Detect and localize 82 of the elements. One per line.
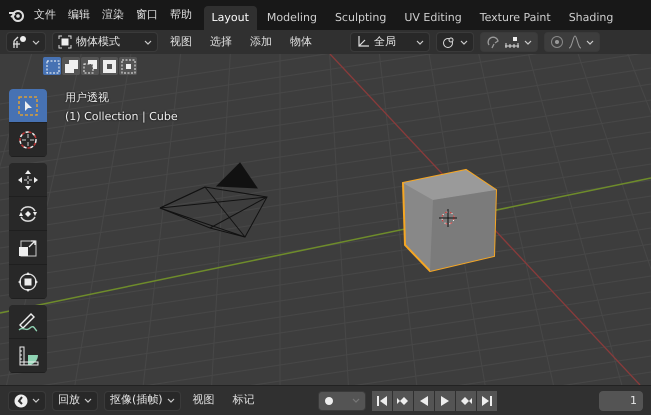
3d-cursor-icon [17, 128, 39, 150]
ruler-icon [17, 344, 39, 366]
header-menu[interactable]: 视图 [164, 34, 198, 50]
jump-start-button[interactable] [372, 390, 392, 410]
cursor-select-icon [17, 94, 39, 116]
workspace-tab[interactable]: Shading [560, 6, 622, 30]
play-reverse-button[interactable] [414, 390, 434, 410]
clock-icon [14, 394, 28, 408]
falloff-curve-icon [568, 35, 582, 49]
jump-start-icon [375, 394, 389, 408]
pivot-icon [442, 35, 456, 49]
prev-keyframe-button[interactable] [393, 390, 413, 410]
record-dot-icon [324, 396, 334, 406]
caret-icon [352, 397, 360, 404]
invert-selection-mode-button[interactable] [100, 57, 118, 75]
orientation-dropdown[interactable]: 全局 [350, 32, 430, 52]
editor-type-dropdown[interactable] [8, 390, 46, 410]
caret-icon [32, 38, 40, 46]
workspace-tab[interactable]: Modeling [258, 6, 325, 30]
caret-icon [84, 397, 92, 404]
current-frame-field[interactable]: 1 [599, 390, 643, 410]
playback-label: 回放 [58, 392, 80, 408]
jump-end-button[interactable] [477, 390, 497, 410]
magnet-icon [486, 35, 500, 49]
proportional-circle-icon [550, 35, 564, 49]
annotate-tool-button[interactable] [9, 305, 47, 339]
invert-mode-icon [102, 58, 116, 74]
pencil-icon [17, 310, 39, 332]
transform-icon [17, 270, 39, 292]
mode-dropdown[interactable]: 物体模式 [52, 32, 158, 52]
keying-dropdown[interactable]: 抠像(插帧) [104, 390, 181, 410]
axes-icon [356, 35, 370, 49]
new-mode-icon [44, 58, 60, 74]
object-mode-icon [58, 35, 72, 49]
caret-icon [586, 38, 594, 46]
orientation-label: 全局 [374, 34, 397, 50]
snap-dropdown[interactable] [480, 32, 538, 52]
workspace-tab[interactable]: Texture Paint [472, 6, 559, 30]
next-keyframe-button[interactable] [456, 390, 476, 410]
play-button[interactable] [435, 390, 455, 410]
timeline-menu[interactable]: 视图 [186, 392, 221, 409]
keying-label: 抠像(插帧) [110, 392, 163, 408]
subtract-selection-mode-button[interactable] [81, 57, 99, 75]
pivot-dropdown[interactable] [436, 32, 474, 52]
viewport-editor-icon [12, 35, 28, 49]
header-menu[interactable]: 选择 [204, 34, 238, 50]
workspace-tab[interactable]: UV Editing [396, 6, 470, 30]
app-logo-icon [8, 8, 24, 22]
timeline-menu[interactable]: 标记 [226, 392, 261, 409]
playback-dropdown[interactable]: 回放 [52, 390, 98, 410]
view-name: 用户透视 [65, 90, 110, 106]
menu-item[interactable]: 帮助 [164, 6, 198, 24]
caret-icon [460, 38, 468, 46]
caret-icon [166, 397, 175, 404]
menu-item[interactable]: 渲染 [96, 6, 130, 24]
menu-item[interactable]: 窗口 [130, 6, 164, 24]
extend-mode-icon [64, 58, 78, 74]
object-info: (1) Collection | Cube [65, 109, 178, 125]
new-selection-mode-button[interactable] [43, 57, 61, 75]
move-arrows-icon [17, 168, 39, 190]
extend-selection-mode-button[interactable] [62, 57, 80, 75]
intersect-selection-mode-button[interactable] [119, 57, 137, 75]
header-menu[interactable]: 物体 [284, 34, 318, 50]
mode-label: 物体模式 [76, 34, 121, 50]
workspace-tab[interactable]: Layout [204, 6, 257, 30]
caret-icon [524, 38, 532, 46]
caret-icon [416, 38, 424, 46]
caret-icon [144, 38, 152, 46]
move-tool-button[interactable] [9, 163, 47, 197]
select-tool-button[interactable] [9, 89, 47, 123]
subtract-mode-icon [82, 58, 98, 74]
header-menu[interactable]: 添加 [244, 34, 278, 50]
snap-increment-icon [504, 36, 520, 48]
workspace-tab[interactable]: Sculpting [326, 6, 394, 30]
editor-type-dropdown[interactable] [6, 32, 46, 52]
menu-item[interactable]: 文件 [28, 6, 62, 24]
proportional-edit-dropdown[interactable] [544, 32, 600, 52]
intersect-mode-icon [120, 58, 136, 74]
record-button[interactable] [318, 390, 366, 410]
jump-end-icon [480, 394, 494, 408]
menu-item[interactable]: 编辑 [62, 6, 96, 24]
caret-icon [32, 397, 40, 404]
